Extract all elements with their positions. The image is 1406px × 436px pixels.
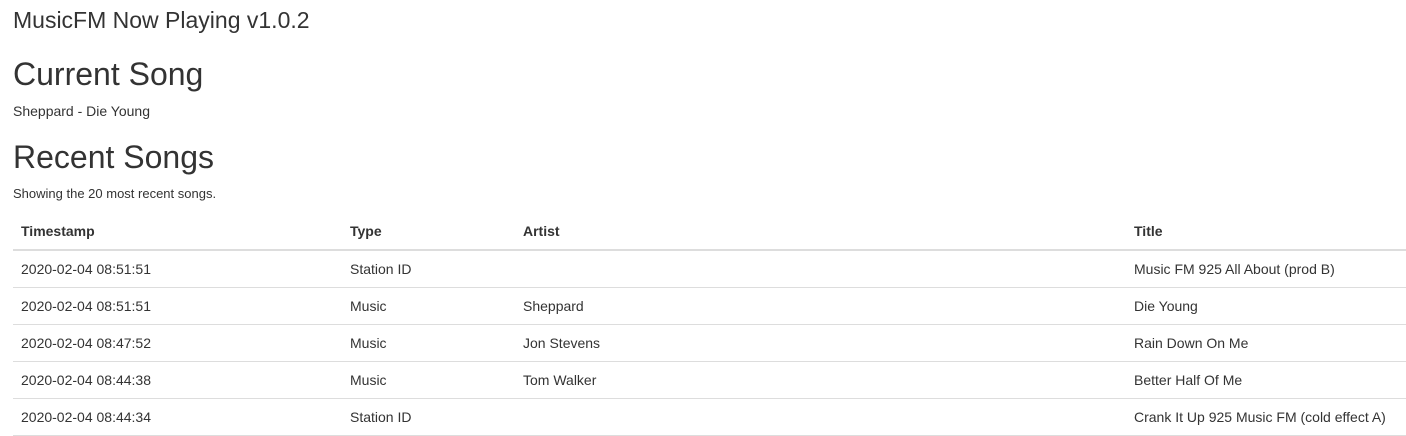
- type-cell: Music: [342, 287, 515, 325]
- title-cell: Music FM 925 All About (prod B): [1126, 250, 1406, 288]
- current-song-heading: Current Song: [13, 56, 204, 92]
- title-cell: Better Half Of Me: [1126, 361, 1406, 399]
- table-row: 2020-02-04 08:51:51 Music Sheppard Die Y…: [13, 287, 1406, 325]
- table-row: 2020-02-04 08:51:51 Station ID Music FM …: [13, 250, 1406, 288]
- artist-cell: Sheppard: [515, 287, 1126, 325]
- current-song-text: Sheppard - Die Young: [13, 103, 150, 119]
- title-cell: Crank It Up 925 Music FM (cold effect A): [1126, 398, 1406, 436]
- type-cell: Station ID: [342, 398, 515, 436]
- artist-cell: Tom Walker: [515, 361, 1126, 399]
- title-cell: Rain Down On Me: [1126, 324, 1406, 362]
- timestamp-cell: 2020-02-04 08:44:38: [13, 361, 342, 399]
- column-header-artist: Artist: [515, 212, 1126, 251]
- type-cell: Music: [342, 361, 515, 399]
- recent-songs-heading: Recent Songs: [13, 139, 215, 175]
- timestamp-cell: 2020-02-04 08:51:51: [13, 287, 342, 325]
- title-cell: Die Young: [1126, 287, 1406, 325]
- table-row: 2020-02-04 08:44:34 Station ID Crank It …: [13, 398, 1406, 436]
- app-title: MusicFM Now Playing v1.0.2: [13, 7, 310, 33]
- table-row: 2020-02-04 08:44:38 Music Tom Walker Bet…: [13, 361, 1406, 399]
- type-cell: Music: [342, 324, 515, 362]
- column-header-timestamp: Timestamp: [13, 212, 342, 251]
- artist-cell: [515, 250, 1126, 288]
- table-header-row: Timestamp Type Artist Title: [13, 212, 1406, 251]
- table-row: 2020-02-04 08:47:52 Music Jon Stevens Ra…: [13, 324, 1406, 362]
- artist-cell: Jon Stevens: [515, 324, 1126, 362]
- column-header-type: Type: [342, 212, 515, 251]
- artist-cell: [515, 398, 1126, 436]
- page: MusicFM Now Playing v1.0.2 Current Song …: [0, 0, 1406, 436]
- timestamp-cell: 2020-02-04 08:51:51: [13, 250, 342, 288]
- recent-songs-note: Showing the 20 most recent songs.: [13, 186, 217, 201]
- recent-songs-table: Timestamp Type Artist Title 2020-02-04 0…: [13, 212, 1406, 436]
- timestamp-cell: 2020-02-04 08:47:52: [13, 324, 342, 362]
- column-header-title: Title: [1126, 212, 1406, 251]
- timestamp-cell: 2020-02-04 08:44:34: [13, 398, 342, 436]
- type-cell: Station ID: [342, 250, 515, 288]
